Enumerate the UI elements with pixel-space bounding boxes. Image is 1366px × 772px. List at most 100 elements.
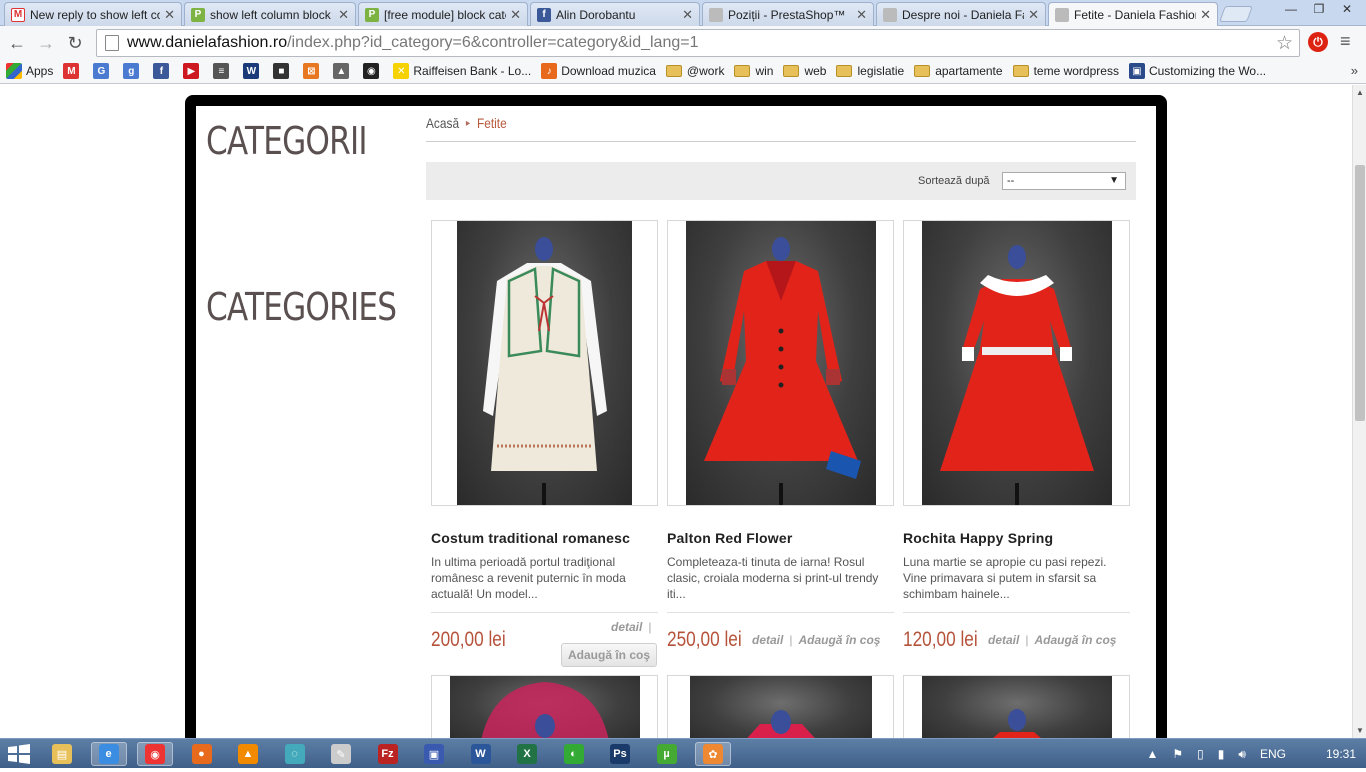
taskbar-save-icon[interactable]: ▣ <box>416 742 452 766</box>
bookmark-folder[interactable]: win <box>734 64 773 78</box>
back-arrow-icon[interactable]: ← <box>4 30 30 56</box>
close-icon[interactable]: ✕ <box>164 7 175 23</box>
taskbar-tool-icon[interactable]: ✎ <box>323 742 359 766</box>
bookmark-label: legislatie <box>857 64 905 78</box>
scroll-up-icon[interactable]: ▲ <box>1356 88 1364 97</box>
taskbar-app2-icon[interactable]: ◐ <box>556 742 592 766</box>
product-image[interactable] <box>431 675 658 738</box>
forward-arrow-icon[interactable]: → <box>33 30 59 56</box>
taskbar-vlc-icon[interactable]: ▲ <box>230 742 266 766</box>
clock[interactable]: 19:31 <box>1326 747 1356 761</box>
address-bar[interactable]: www.danielafashion.ro /index.php?id_cate… <box>96 29 1300 57</box>
product-image[interactable] <box>667 220 894 506</box>
close-icon[interactable]: ✕ <box>1028 7 1039 23</box>
product-name[interactable]: Palton Red Flower <box>667 530 793 546</box>
scroll-down-icon[interactable]: ▼ <box>1356 726 1364 735</box>
taskbar-word-icon[interactable]: W <box>463 742 499 766</box>
tab-fetite[interactable]: Fetite - Daniela Fashion ✕ <box>1048 2 1218 27</box>
network-icon[interactable]: ▮ <box>1218 747 1225 761</box>
restore-icon[interactable]: ❐ <box>1306 0 1332 18</box>
bookmark-item[interactable]: G <box>93 63 113 79</box>
page-icon <box>883 7 897 22</box>
tab-prestashop-forum[interactable]: P show left column block categories ✕ <box>184 2 356 26</box>
language-indicator[interactable]: ENG <box>1260 747 1286 761</box>
close-icon[interactable]: ✕ <box>1200 7 1211 23</box>
bookmark-star-icon[interactable]: ☆ <box>1276 32 1293 55</box>
bookmarks-overflow-button[interactable]: » <box>1351 63 1358 78</box>
close-icon[interactable]: ✕ <box>682 7 693 23</box>
bookmark-folder[interactable]: teme wordpress <box>1012 64 1119 78</box>
bookmark-folder[interactable]: web <box>783 64 826 78</box>
menu-icon[interactable]: ≡ <box>1340 31 1351 52</box>
flag-icon[interactable]: ⚑ <box>1172 747 1183 761</box>
minimize-icon[interactable]: — <box>1278 0 1304 18</box>
bookmark-item[interactable]: ♪ Download muzica <box>541 63 656 79</box>
tab-gmail[interactable]: M New reply to show left column ✕ <box>4 2 182 26</box>
bookmark-item[interactable]: ▶ <box>183 63 203 79</box>
bookmark-favicon-icon: ▲ <box>333 63 350 79</box>
windows-taskbar: ▤ e ◉ ● ▲ ◌ ✎ Fz ▣ W X ◐ Ps µ ✿ ▲ ⚑ ▯ ▮ 🔊︎ ENG 19:31 <box>0 738 1366 768</box>
taskbar-filezilla-icon[interactable]: Fz <box>370 742 406 766</box>
taskbar-paint-icon[interactable]: ✿ <box>695 742 731 766</box>
taskbar-ie-icon[interactable]: e <box>90 742 127 766</box>
product-image[interactable] <box>903 220 1130 506</box>
bookmark-item[interactable]: g <box>123 63 143 79</box>
taskbar-explorer-icon[interactable]: ▤ <box>44 742 80 766</box>
windows-start-icon[interactable] <box>4 741 38 767</box>
product-name[interactable]: Costum traditional romanesc <box>431 530 630 546</box>
product-name[interactable]: Rochita Happy Spring <box>903 530 1053 546</box>
tab-free-module[interactable]: P [free module] block categories ✕ <box>358 2 528 26</box>
sort-select[interactable]: -- ▼ <box>1002 172 1126 190</box>
bookmark-folder[interactable]: @work <box>665 64 724 78</box>
photoshop-glyph: Ps <box>610 744 630 764</box>
page-scrollbar[interactable]: ▲ ▼ <box>1352 85 1366 738</box>
taskbar-utorrent-icon[interactable]: µ <box>649 742 685 766</box>
add-to-cart-link[interactable]: Adaugă în coş <box>1034 633 1116 647</box>
scrollbar-thumb[interactable] <box>1355 165 1365 421</box>
taskbar-photoshop-icon[interactable]: Ps <box>602 742 638 766</box>
taskbar-chrome-icon[interactable]: ◉ <box>137 742 173 766</box>
add-to-cart-button[interactable]: Adaugă în coş <box>561 643 657 667</box>
tab-despre-noi[interactable]: Despre noi - Daniela Fashion ✕ <box>876 2 1046 26</box>
bookmark-item[interactable]: ⊠ <box>303 63 323 79</box>
reload-icon[interactable]: ↻ <box>62 30 88 56</box>
extension-stop-icon[interactable]: ⏻ <box>1308 32 1328 52</box>
taskbar-app-icon[interactable]: ◌ <box>277 742 313 766</box>
taskbar-excel-icon[interactable]: X <box>509 742 545 766</box>
bookmark-favicon-icon: f <box>153 63 170 79</box>
add-to-cart-link[interactable]: Adaugă în coş <box>798 633 880 647</box>
breadcrumb-home[interactable]: Acasă <box>426 115 459 131</box>
bookmark-item[interactable]: ■ <box>273 63 293 79</box>
vlc-glyph: ▲ <box>238 744 258 764</box>
product-image[interactable] <box>667 675 894 738</box>
bookmark-item[interactable]: ≡ <box>213 63 233 79</box>
bookmark-favicon-icon: ♪ <box>541 63 558 79</box>
bookmark-item[interactable]: ✕ Raiffeisen Bank - Lo... <box>393 63 531 79</box>
volume-icon[interactable]: 🔊︎ <box>1238 747 1246 762</box>
bookmark-item[interactable]: Apps <box>6 63 53 79</box>
battery-icon[interactable]: ▯ <box>1197 747 1204 761</box>
close-icon[interactable]: ✕ <box>338 7 349 23</box>
new-tab-button[interactable] <box>1219 6 1253 22</box>
bookmark-item[interactable]: ▲ <box>333 63 353 79</box>
close-icon[interactable]: ✕ <box>510 7 521 23</box>
bookmark-item[interactable]: ▣ Customizing the Wo... <box>1128 63 1266 79</box>
show-hidden-icons-icon[interactable]: ▲ <box>1147 747 1159 761</box>
close-window-icon[interactable]: ✕ <box>1334 0 1360 18</box>
product-image[interactable] <box>903 675 1130 738</box>
detail-link[interactable]: detail <box>611 620 642 634</box>
bookmark-item[interactable]: ◉ <box>363 63 383 79</box>
tab-facebook[interactable]: f Alin Dorobantu ✕ <box>530 2 700 26</box>
product-image[interactable] <box>431 220 658 506</box>
bookmark-item[interactable]: M <box>63 63 83 79</box>
bookmark-item[interactable]: W <box>243 63 263 79</box>
bookmark-label: Apps <box>26 64 54 78</box>
bookmark-item[interactable]: f <box>153 63 173 79</box>
bookmark-folder[interactable]: apartamente <box>914 64 1003 78</box>
detail-link[interactable]: detail <box>988 633 1019 647</box>
bookmark-folder[interactable]: legislatie <box>836 64 904 78</box>
close-icon[interactable]: ✕ <box>856 7 867 23</box>
detail-link[interactable]: detail <box>752 633 783 647</box>
tab-pozitii[interactable]: Poziții - PrestaShop™ ✕ <box>702 2 874 26</box>
taskbar-firefox-icon[interactable]: ● <box>184 742 220 766</box>
